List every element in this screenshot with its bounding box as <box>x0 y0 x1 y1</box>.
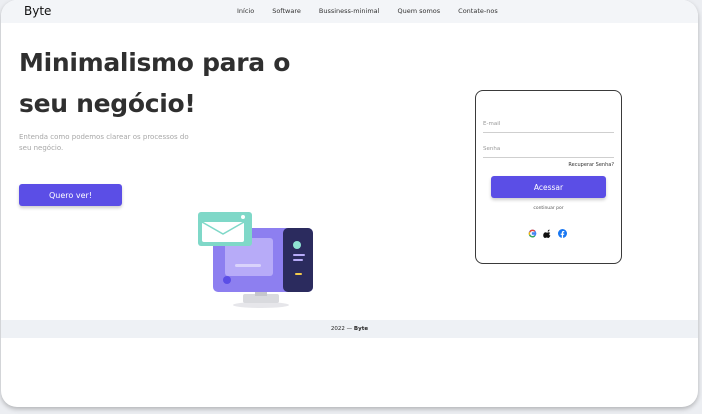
nav-item-business-minimal[interactable]: Bussiness-minimal <box>319 7 380 15</box>
main-nav: Início Software Bussiness-minimal Quem s… <box>237 7 498 15</box>
password-field[interactable]: Senha <box>483 146 614 158</box>
apple-icon[interactable] <box>543 229 552 238</box>
social-login-row <box>528 229 567 238</box>
email-field[interactable]: E-mail <box>483 121 614 133</box>
top-navbar: Byte Início Software Bussiness-minimal Q… <box>1 0 698 23</box>
hero-subtitle: Entenda como podemos clarear os processo… <box>19 133 189 152</box>
nav-item-software[interactable]: Software <box>272 7 301 15</box>
nav-item-quem-somos[interactable]: Quem somos <box>397 7 440 15</box>
hero-title: Minimalismo para o seu negócio! <box>19 48 291 118</box>
continue-with-label: continuar por <box>533 206 564 211</box>
footer-brand: Byte <box>353 326 369 332</box>
login-card: E-mail Senha Recuperar Senha? Acessar co… <box>475 90 622 264</box>
facebook-icon[interactable] <box>558 229 567 238</box>
computer-illustration <box>198 212 313 308</box>
forgot-password-link[interactable]: Recuperar Senha? <box>568 162 614 168</box>
nav-item-inicio[interactable]: Início <box>237 7 254 15</box>
nav-item-contate-nos[interactable]: Contate-nos <box>458 7 498 15</box>
footer-year: 2022 — <box>330 326 353 332</box>
google-icon[interactable] <box>528 229 537 238</box>
brand-logo[interactable]: Byte <box>24 4 51 18</box>
quero-ver-button[interactable]: Quero ver! <box>19 184 122 206</box>
footer: 2022 — Byte <box>1 320 698 338</box>
acessar-button[interactable]: Acessar <box>491 176 606 198</box>
app-window: Byte Início Software Bussiness-minimal Q… <box>1 0 698 407</box>
